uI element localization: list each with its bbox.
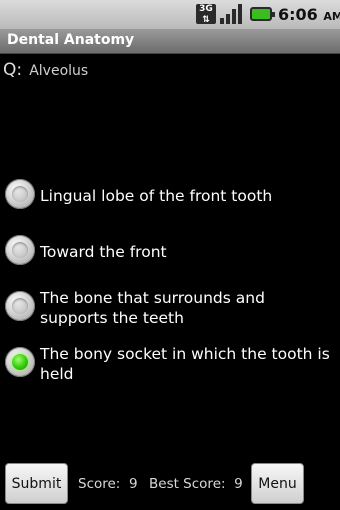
network-3g-icon: 3G ⇅ — [196, 4, 216, 25]
radio-button[interactable] — [5, 179, 35, 209]
app-title: Dental Anatomy — [7, 32, 135, 48]
answer-option-label: The bony socket in which the tooth is he… — [40, 345, 330, 383]
signal-strength-icon — [220, 4, 244, 24]
menu-button[interactable]: Menu — [251, 463, 304, 504]
best-score-value: 9 — [234, 476, 243, 492]
radio-button-selected[interactable] — [5, 347, 35, 377]
score-label: Score: — [78, 476, 121, 492]
best-score: Best Score: 9 — [149, 476, 243, 492]
title-bar: Dental Anatomy — [0, 29, 340, 54]
submit-button[interactable]: Submit — [5, 463, 68, 504]
radio-button[interactable] — [5, 291, 35, 321]
best-score-label: Best Score: — [149, 476, 226, 492]
answer-option-label: Toward the front — [40, 243, 167, 261]
status-bar: 3G ⇅ 6:06 AM — [0, 0, 340, 29]
question-prefix: Q: — [3, 60, 23, 80]
score-value: 9 — [128, 476, 138, 492]
clock: 6:06 AM — [278, 5, 340, 24]
answer-option-label: The bone that surrounds and supports the… — [40, 289, 265, 327]
question: Q: Alveolus — [3, 60, 88, 80]
answer-option-label: Lingual lobe of the front tooth — [40, 187, 273, 205]
radio-button[interactable] — [5, 235, 35, 265]
score: Score: 9 — [78, 476, 138, 492]
question-text: Alveolus — [29, 63, 89, 79]
battery-icon — [250, 7, 275, 21]
